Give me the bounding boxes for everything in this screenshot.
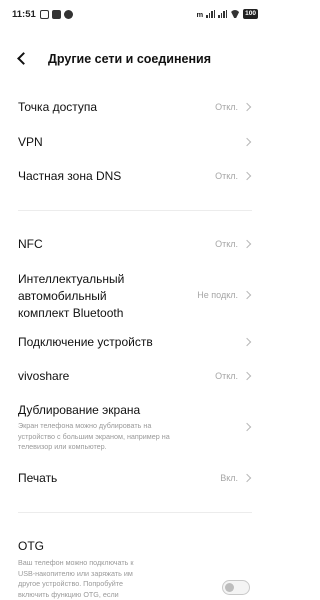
setting-label: Печать	[18, 471, 58, 485]
header: Другие сети и соединения	[0, 45, 270, 75]
chevron-right-icon	[242, 422, 252, 432]
setting-subtitle-line: устройство с большим экраном, например н…	[18, 431, 170, 441]
chevron-right-icon	[242, 102, 252, 112]
message-icon	[40, 10, 49, 19]
setting-label-line: автомобильный	[18, 289, 107, 303]
setting-value: Откл.	[215, 102, 238, 112]
status-bar: 11:51 m 100	[0, 0, 270, 30]
setting-subtitle-line: Ваш телефон можно подключать к	[18, 558, 134, 567]
setting-value: Откл.	[215, 171, 238, 181]
app-notification-icon	[64, 10, 73, 19]
setting-screen-mirroring[interactable]: Дублирование экрана Экран телефона можно…	[0, 398, 270, 456]
setting-label-line: комплект Bluetooth	[18, 306, 124, 320]
setting-subtitle-line: USB-накопителю или заряжать им	[18, 568, 133, 578]
setting-hotspot[interactable]: Точка доступа Откл.	[0, 92, 270, 122]
network-type-label: m	[196, 9, 204, 19]
back-arrow-icon[interactable]	[14, 51, 30, 67]
setting-device-connection[interactable]: Подключение устройств	[0, 327, 270, 357]
setting-vivoshare[interactable]: vivoshare Откл.	[0, 361, 270, 391]
chevron-right-icon	[242, 239, 252, 249]
signal-icon-2	[218, 10, 228, 18]
setting-label: VPN	[18, 135, 43, 149]
status-time: 11:51	[12, 9, 36, 20]
setting-vpn[interactable]: VPN	[0, 127, 270, 157]
setting-subtitle-line: включить функцию OTG, если	[18, 589, 119, 599]
setting-label: Точка доступа	[18, 100, 98, 114]
setting-value: Не подкл.	[197, 290, 238, 300]
setting-value: Откл.	[215, 371, 238, 381]
setting-car-kit-bluetooth[interactable]: Интеллектуальный автомобильный комплект …	[0, 268, 270, 322]
setting-label-line: Интеллектуальный	[18, 272, 125, 286]
setting-subtitle-line: другое устройство. Попробуйте	[18, 579, 124, 588]
setting-label: OTG	[18, 539, 44, 553]
setting-label: Подключение устройств	[18, 335, 153, 349]
signal-icon	[206, 10, 216, 18]
section-divider	[18, 512, 252, 513]
setting-private-dns[interactable]: Частная зона DNS Откл.	[0, 161, 270, 191]
setting-subtitle-line: телевизор или компьютер.	[18, 442, 107, 451]
chevron-right-icon	[242, 171, 252, 181]
battery-icon: 100	[243, 9, 258, 19]
chevron-right-icon	[242, 473, 252, 483]
setting-label: vivoshare	[18, 369, 70, 383]
setting-label: Дублирование экрана	[18, 403, 141, 417]
status-right-icons: m 100	[196, 9, 258, 19]
app-notification-icon	[52, 10, 61, 19]
setting-label: Частная зона DNS	[18, 169, 122, 183]
status-notification-icons	[40, 10, 73, 19]
chevron-right-icon	[242, 337, 252, 347]
setting-nfc[interactable]: NFC Откл.	[0, 229, 270, 259]
setting-value: Откл.	[215, 239, 238, 249]
setting-value: Вкл.	[220, 473, 238, 483]
page-title: Другие сети и соединения	[48, 52, 212, 66]
setting-label: NFC	[18, 237, 43, 251]
otg-toggle[interactable]	[222, 580, 250, 595]
section-divider	[18, 210, 252, 211]
setting-printing[interactable]: Печать Вкл.	[0, 463, 270, 493]
chevron-right-icon	[242, 290, 252, 300]
chevron-right-icon	[242, 137, 252, 147]
wifi-icon	[230, 10, 240, 18]
setting-subtitle-line: Экран телефона можно дублировать на	[18, 421, 152, 430]
chevron-right-icon	[242, 371, 252, 381]
